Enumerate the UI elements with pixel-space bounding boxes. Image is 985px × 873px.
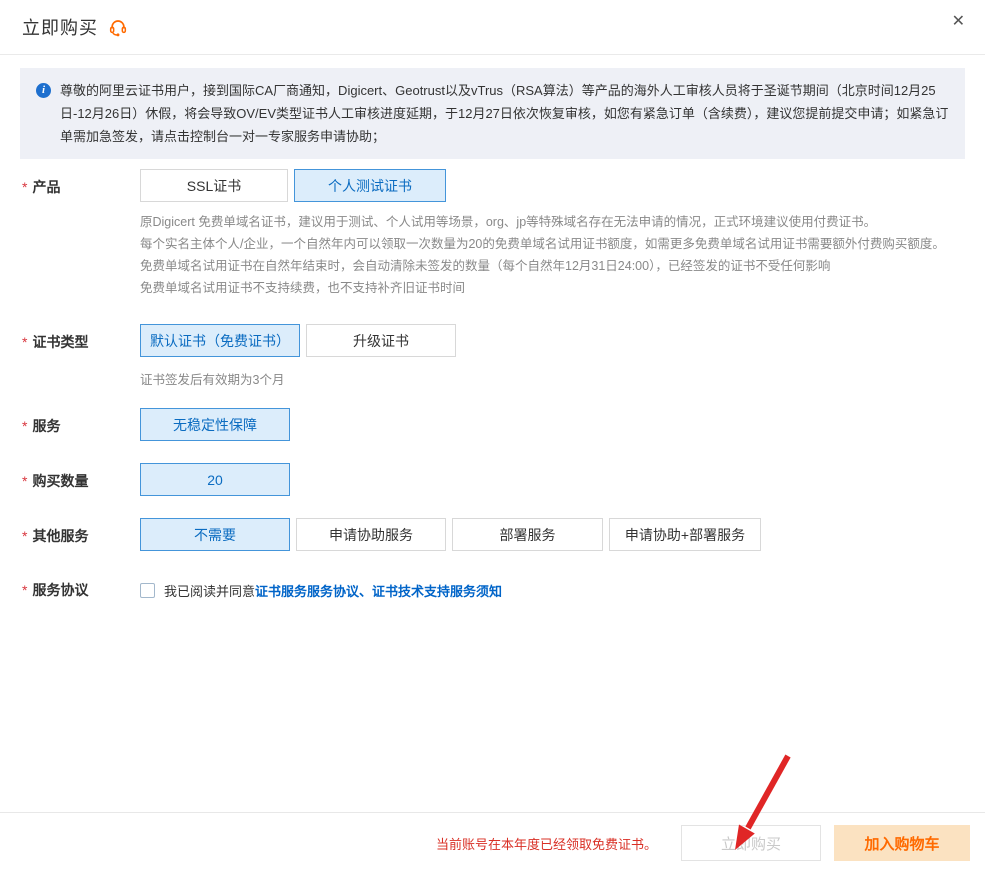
add-to-cart-button[interactable]: 加入购物车 xyxy=(834,825,970,861)
quantity-label: *购买数量 xyxy=(22,463,140,496)
product-label: *产品 xyxy=(22,169,140,299)
agreement-label: *服务协议 xyxy=(22,579,140,600)
cert-type-label: *证书类型 xyxy=(22,324,140,388)
row-service: *服务 无稳定性保障 xyxy=(22,408,965,441)
other-service-label: *其他服务 xyxy=(22,518,140,551)
service-label: *服务 xyxy=(22,408,140,441)
row-agreement: *服务协议 我已阅读并同意证书服务服务协议、证书技术支持服务须知 xyxy=(22,579,965,600)
product-desc-line: 每个实名主体个人/企业，一个自然年内可以领取一次数量为20的免费单域名试用证书额… xyxy=(140,233,945,255)
info-icon: i xyxy=(36,83,51,98)
dialog-titlebar: 立即购买 xyxy=(0,0,985,55)
close-icon[interactable]: ✕ xyxy=(946,10,971,34)
required-mark: * xyxy=(22,179,27,195)
other-service-option-none[interactable]: 不需要 xyxy=(140,518,290,551)
purchase-form: *产品 SSL证书 个人测试证书 原Digicert 免费单域名证书，建议用于测… xyxy=(0,159,985,600)
dialog-footer: 当前账号在本年度已经领取免费证书。 立即购买 加入购物车 xyxy=(0,812,985,873)
buy-now-button[interactable]: 立即购买 xyxy=(681,825,821,861)
link-cert-service-agreement[interactable]: 证书服务服务协议 xyxy=(255,584,359,599)
agreement-separator: 、 xyxy=(359,584,372,599)
product-desc-line: 免费单域名试用证书不支持续费，也不支持补齐旧证书时间 xyxy=(140,277,945,299)
page-title: 立即购买 xyxy=(22,14,98,40)
product-desc-line: 原Digicert 免费单域名证书，建议用于测试、个人试用等场景，org、jp等… xyxy=(140,211,945,233)
other-service-option-deploy[interactable]: 部署服务 xyxy=(452,518,603,551)
row-cert-type: *证书类型 默认证书（免费证书） 升级证书 证书签发后有效期为3个月 xyxy=(22,324,965,388)
cert-type-option-upgrade[interactable]: 升级证书 xyxy=(306,324,456,357)
product-option-ssl[interactable]: SSL证书 xyxy=(140,169,288,202)
other-service-option-assist-plus-deploy[interactable]: 申请协助+部署服务 xyxy=(609,518,761,551)
product-descriptions: 原Digicert 免费单域名证书，建议用于测试、个人试用等场景，org、jp等… xyxy=(140,211,945,299)
row-other-service: *其他服务 不需要 申请协助服务 部署服务 申请协助+部署服务 xyxy=(22,518,965,551)
customer-service-headset-icon[interactable] xyxy=(108,17,128,37)
notice-banner: i 尊敬的阿里云证书用户，接到国际CA厂商通知，Digicert、Geotrus… xyxy=(20,68,965,159)
quota-warning-text: 当前账号在本年度已经领取免费证书。 xyxy=(436,834,657,853)
cert-validity-note: 证书签发后有效期为3个月 xyxy=(140,369,456,388)
buy-certificate-dialog: 立即购买 ✕ i 尊敬的阿里云证书用户，接到国际CA厂商通知，Digicert、… xyxy=(0,0,985,873)
quantity-option-20[interactable]: 20 xyxy=(140,463,290,496)
other-service-option-apply-assist[interactable]: 申请协助服务 xyxy=(296,518,446,551)
cert-type-option-default-free[interactable]: 默认证书（免费证书） xyxy=(140,324,300,357)
agreement-checkbox[interactable] xyxy=(140,583,155,598)
row-quantity: *购买数量 20 xyxy=(22,463,965,496)
agreement-text: 我已阅读并同意证书服务服务协议、证书技术支持服务须知 xyxy=(164,581,502,600)
product-desc-line: 免费单域名试用证书在自然年结束时，会自动清除未签发的数量（每个自然年12月31日… xyxy=(140,255,945,277)
product-option-personal-test[interactable]: 个人测试证书 xyxy=(294,169,446,202)
link-cert-tech-support-notice[interactable]: 证书技术支持服务须知 xyxy=(372,584,502,599)
row-product: *产品 SSL证书 个人测试证书 原Digicert 免费单域名证书，建议用于测… xyxy=(22,169,965,299)
notice-text: 尊敬的阿里云证书用户，接到国际CA厂商通知，Digicert、Geotrust以… xyxy=(60,79,951,148)
service-option-no-stability-guarantee[interactable]: 无稳定性保障 xyxy=(140,408,290,441)
